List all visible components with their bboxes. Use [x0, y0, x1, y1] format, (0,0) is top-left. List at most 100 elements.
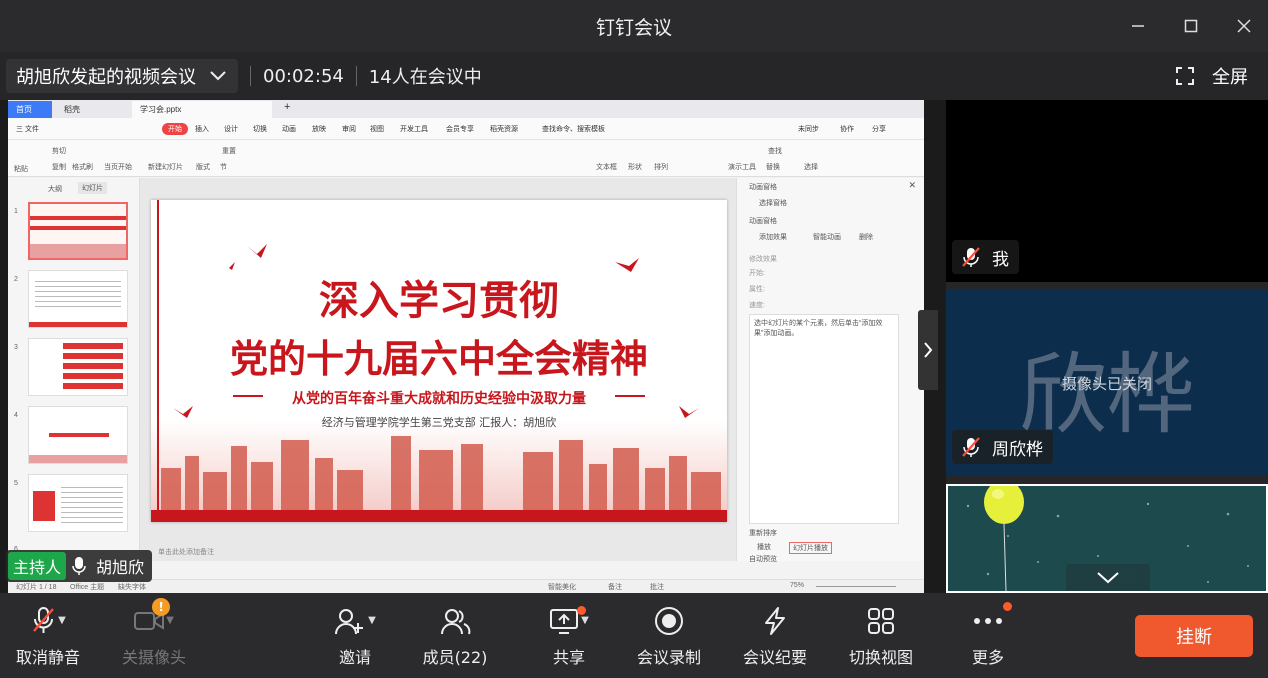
notes-placeholder[interactable]: 单击此处添加备注 — [158, 547, 214, 557]
ribbon-section[interactable]: 节 — [220, 162, 227, 172]
smart-animation-button[interactable]: 智能动画 — [813, 232, 841, 242]
slide-subtitle: 从党的百年奋斗重大成就和历史经验中汲取力量 — [292, 391, 586, 407]
meeting-name-dropdown[interactable]: 胡旭欣发起的视频会议 — [6, 59, 238, 93]
menu-review[interactable]: 审阅 — [342, 124, 356, 134]
ribbon-arrange[interactable]: 排列 — [654, 162, 668, 172]
slide-thumbnail-5[interactable] — [28, 474, 128, 532]
menu-docer-res[interactable]: 稻壳资源 — [490, 124, 518, 134]
host-name: 胡旭欣 — [96, 558, 145, 577]
menu-show[interactable]: 放映 — [312, 124, 326, 134]
menu-sync[interactable]: 未同步 — [798, 124, 819, 134]
beautify-button[interactable]: 智能美化 — [548, 582, 576, 592]
minimize-button[interactable] — [1112, 0, 1164, 52]
missing-font[interactable]: 缺失字体 — [118, 582, 146, 592]
ribbon-format-painter[interactable]: 格式刷 — [72, 162, 93, 172]
menu-collab[interactable]: 协作 — [840, 124, 854, 134]
ribbon-shape[interactable]: 形状 — [628, 162, 642, 172]
unmute-button[interactable]: ▼ 取消静音 — [16, 593, 80, 678]
minutes-button[interactable]: 会议纪要 — [740, 593, 810, 678]
video-tile-participant[interactable]: 欣桦 摄像头已关闭 周欣桦 — [946, 290, 1268, 476]
delete-anim-button[interactable]: 删除 — [859, 232, 873, 242]
ribbon-cut[interactable]: 剪切 — [52, 146, 66, 156]
muted-microphone-icon — [33, 606, 55, 633]
tab-docer[interactable]: 稻壳 — [56, 101, 126, 118]
menu-devtools[interactable]: 开发工具 — [400, 124, 428, 134]
ribbon-layout[interactable]: 版式 — [196, 162, 210, 172]
camera-button[interactable]: ▼ ! 关摄像头 — [122, 593, 186, 678]
animation-list[interactable]: 选中幻灯片的某个元素，然后单击“添加效果”添加动画。 — [749, 314, 899, 524]
menu-insert[interactable]: 插入 — [195, 124, 209, 134]
collapse-video-panel-button[interactable] — [918, 310, 938, 390]
ribbon-find[interactable]: 查找 — [768, 146, 782, 156]
close-icon[interactable]: ✕ — [908, 180, 916, 191]
menu-file[interactable]: 三 文件 — [16, 124, 39, 134]
caret-down-icon[interactable]: ▼ — [581, 615, 589, 626]
video-tile-camera[interactable] — [946, 484, 1268, 593]
participant-name: 我 — [992, 249, 1009, 270]
menu-vip[interactable]: 会员专享 — [446, 124, 474, 134]
tab-outline[interactable]: 大纲 — [48, 184, 62, 194]
comments-button[interactable]: 批注 — [650, 582, 664, 592]
caret-down-icon[interactable]: ▼ — [58, 615, 66, 626]
divider — [250, 66, 251, 86]
expand-tiles-button[interactable] — [1066, 564, 1150, 591]
members-button[interactable]: 成员(22) — [420, 593, 490, 678]
lightning-icon — [765, 606, 785, 635]
current-slide[interactable]: 深入学习贯彻 党的十九届六中全会精神 从党的百年奋斗重大成就和历史经验中汲取力量… — [151, 200, 727, 522]
menu-view[interactable]: 视图 — [370, 124, 384, 134]
switch-view-button[interactable]: 切换视图 — [846, 593, 916, 678]
zoom-slider[interactable] — [816, 586, 896, 587]
tab-label: 首页 — [16, 105, 32, 114]
close-button[interactable] — [1218, 0, 1268, 52]
shared-screen[interactable]: 首页 稻壳 学习会.pptx + 三 文件 开始 插入 设计 切换 动画 放映 … — [8, 100, 924, 593]
select-pane-button[interactable]: 选择窗格 — [759, 198, 787, 208]
wps-menu-bar: 三 文件 开始 插入 设计 切换 动画 放映 审阅 视图 开发工具 会员专享 稻… — [8, 118, 924, 140]
fullscreen-button[interactable]: 全屏 — [1176, 52, 1248, 100]
menu-share[interactable]: 分享 — [872, 124, 886, 134]
slide-thumbnail-2[interactable] — [28, 270, 128, 328]
ribbon-select[interactable]: 选择 — [804, 162, 818, 172]
hangup-button[interactable]: 挂断 — [1135, 615, 1253, 657]
ribbon-current-start[interactable]: 当页开始 — [104, 162, 132, 172]
caret-down-icon[interactable]: ▼ — [166, 615, 174, 626]
menu-search[interactable]: 查找命令、搜索模板 — [542, 124, 605, 134]
ribbon-copy[interactable]: 复制 — [52, 162, 66, 172]
record-label: 会议录制 — [636, 647, 701, 667]
notes-button[interactable]: 备注 — [608, 582, 622, 592]
warning-badge: ! — [152, 597, 171, 616]
ribbon-reset[interactable]: 重置 — [222, 146, 236, 156]
maximize-button[interactable] — [1165, 0, 1217, 52]
menu-animation[interactable]: 动画 — [282, 124, 296, 134]
new-tab-icon[interactable]: + — [284, 101, 290, 113]
slide-title-line1: 深入学习贯彻 — [319, 278, 559, 324]
start-label: 开始: — [749, 270, 765, 277]
slide-number: 4 — [14, 412, 18, 419]
more-button[interactable]: 更多 — [966, 593, 1012, 678]
menu-transition[interactable]: 切换 — [253, 124, 267, 134]
ribbon-new-slide[interactable]: 新建幻灯片 — [148, 162, 183, 172]
zoom-level[interactable]: 75% — [790, 582, 804, 589]
tab-pptx[interactable]: 学习会.pptx — [132, 101, 272, 118]
host-name-block: 胡旭欣 — [66, 554, 152, 578]
ribbon-paste[interactable]: 粘贴 — [14, 164, 28, 174]
slide-thumbnail-4[interactable] — [28, 406, 128, 464]
tab-slides[interactable]: 幻灯片 — [78, 182, 107, 194]
add-effect-button[interactable]: 添加效果 — [759, 232, 787, 242]
invite-button[interactable]: ▼ 邀请 — [330, 593, 380, 678]
wps-tab-bar: 首页 稻壳 学习会.pptx + — [8, 100, 924, 118]
video-tile-self[interactable]: 我 — [946, 100, 1268, 282]
menu-start[interactable]: 开始 — [162, 123, 188, 135]
ribbon-show-tools[interactable]: 演示工具 — [728, 162, 756, 172]
slide-thumbnail-1[interactable] — [28, 202, 128, 260]
caret-down-icon[interactable]: ▼ — [368, 615, 376, 626]
ribbon-textbox[interactable]: 文本框 — [596, 162, 617, 172]
share-button[interactable]: ▼ 共享 — [544, 593, 594, 678]
record-button[interactable]: 会议录制 — [634, 593, 704, 678]
slide-thumbnail-3[interactable] — [28, 338, 128, 396]
play-button[interactable]: 播放 — [757, 542, 771, 552]
autopreview-checkbox[interactable]: 自动预览 — [749, 554, 777, 564]
ribbon-replace[interactable]: 替换 — [766, 162, 780, 172]
menu-design[interactable]: 设计 — [224, 124, 238, 134]
tab-home[interactable]: 首页 — [8, 101, 52, 118]
slideshow-button[interactable]: 幻灯片播放 — [789, 542, 832, 554]
